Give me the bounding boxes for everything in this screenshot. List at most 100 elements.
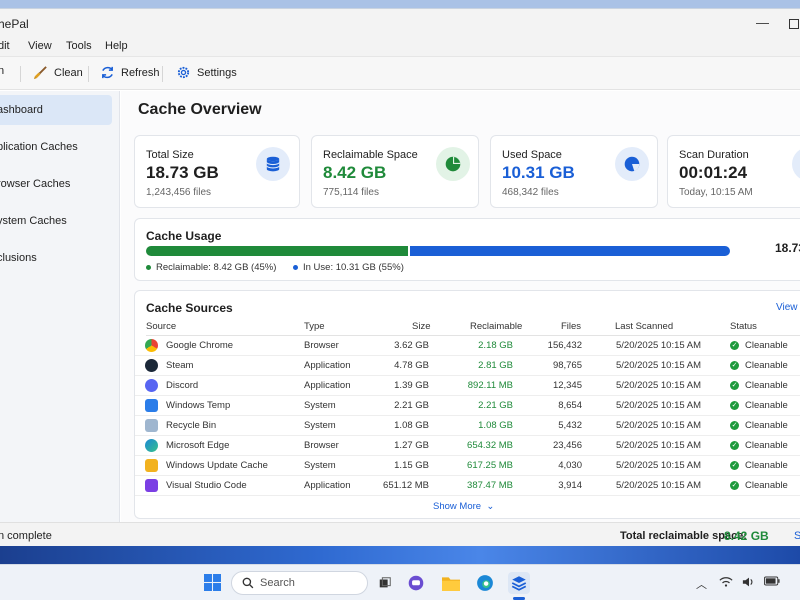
app-window: hePal — dit View Tools Help n Clean <box>0 8 800 546</box>
main-content: Cache Overview Total Size 18.73 GB 1,243… <box>121 91 800 522</box>
card-label: Scan Duration <box>679 149 749 161</box>
source-last-scanned: 5/20/2025 10:15 AM <box>616 360 702 371</box>
menu-edit[interactable]: dit <box>0 40 10 52</box>
sidebar-item-dashboard[interactable]: ashboard <box>0 95 112 125</box>
table-row[interactable]: Microsoft Edge Browser 1.27 GB 654.32 MB 23,… <box>135 436 800 456</box>
folder-icon <box>145 459 158 472</box>
source-files: 3,914 <box>558 480 582 491</box>
status-bar: n complete Total reclaimable space: 8.42… <box>0 522 800 546</box>
card-label: Used Space <box>502 149 562 161</box>
file-explorer-icon[interactable] <box>440 572 462 594</box>
source-type: Application <box>304 360 351 371</box>
sidebar-item-browser-caches[interactable]: rowser Caches <box>0 169 112 199</box>
sidebar-item-exclusions[interactable]: clusions <box>0 243 112 273</box>
card-sub: 468,342 files <box>502 187 559 198</box>
source-last-scanned: 5/20/2025 10:15 AM <box>616 440 702 451</box>
sidebar: ashboard plication Caches rowser Caches … <box>0 91 120 522</box>
database-icon <box>256 147 290 181</box>
total-size-card: Total Size 18.73 GB 1,243,456 files <box>134 135 300 208</box>
table-row[interactable]: Google Chrome Browser 3.62 GB 2.18 GB 156,43… <box>135 336 800 356</box>
legend-in-use: In Use: 10.31 GB (55%) <box>293 262 404 273</box>
toolbar: n Clean Refresh <box>0 56 800 90</box>
maximize-icon[interactable] <box>789 19 799 29</box>
source-name: Visual Studio Code <box>166 480 247 491</box>
card-label: Total Size <box>146 149 194 161</box>
source-size: 1.27 GB <box>394 440 429 451</box>
windows-start-icon[interactable] <box>204 574 221 594</box>
sidebar-item-application-caches[interactable]: plication Caches <box>0 132 112 162</box>
column-header[interactable]: Type <box>304 321 325 332</box>
wifi-icon[interactable] <box>719 576 733 591</box>
refresh-button[interactable]: Refresh <box>100 65 160 80</box>
source-type: Application <box>304 380 351 391</box>
column-header[interactable]: Source <box>146 321 176 332</box>
used-space-card: Used Space 10.31 GB 468,342 files <box>490 135 658 208</box>
column-header[interactable]: Last Scanned <box>615 321 673 332</box>
volume-icon[interactable] <box>742 576 756 591</box>
chat-icon[interactable] <box>405 572 427 594</box>
source-name: Recycle Bin <box>166 420 217 431</box>
menu-tools[interactable]: Tools <box>66 40 92 52</box>
source-size: 1.15 GB <box>394 460 429 471</box>
reclaimable-total-value: 8.42 GB <box>724 529 769 543</box>
source-type: Browser <box>304 340 339 351</box>
clean-button[interactable]: Clean <box>33 65 83 80</box>
table-row[interactable]: Visual Studio Code Application 651.12 MB 38… <box>135 476 800 496</box>
clock-icon <box>792 147 800 181</box>
status-extra[interactable]: S <box>794 530 800 542</box>
taskbar: Search ︿ <box>0 564 800 600</box>
chevron-up-icon[interactable]: ︿ <box>696 576 707 592</box>
menu-view[interactable]: View <box>28 40 52 52</box>
settings-button[interactable]: Settings <box>176 65 237 80</box>
card-sub: Today, 10:15 AM <box>679 187 753 198</box>
desktop-wallpaper <box>0 0 800 8</box>
source-reclaimable: 1.08 GB <box>478 420 513 431</box>
source-reclaimable: 892.11 MB <box>467 380 513 391</box>
table-row[interactable]: Windows Update Cache System 1.15 GB 617.25 … <box>135 456 800 476</box>
toolbar-separator <box>20 66 21 82</box>
source-size: 1.39 GB <box>394 380 429 391</box>
column-header[interactable]: Size <box>412 321 430 332</box>
card-value: 8.42 GB <box>323 163 387 182</box>
column-header[interactable]: Files <box>561 321 581 332</box>
column-header[interactable]: Status <box>730 321 757 332</box>
menu-help[interactable]: Help <box>105 40 128 52</box>
task-view-icon[interactable] <box>374 572 396 594</box>
minimize-icon[interactable]: — <box>756 15 769 30</box>
table-row[interactable]: Windows Temp System 2.21 GB 2.21 GB 8,654 5/2… <box>135 396 800 416</box>
table-row[interactable]: Discord Application 1.39 GB 892.11 MB 12,345… <box>135 376 800 396</box>
check-circle-icon: ✓ <box>730 481 739 490</box>
chevron-down-icon: ⌄ <box>483 501 495 512</box>
legend-dot <box>146 265 151 270</box>
card-value: 18.73 GB <box>146 163 219 182</box>
clean-button-label: Clean <box>54 66 83 79</box>
view-all-link[interactable]: View D <box>776 302 800 313</box>
source-type: System <box>304 420 336 431</box>
edge-browser-icon[interactable] <box>474 572 496 594</box>
usage-title: Cache Usage <box>146 229 222 243</box>
source-last-scanned: 5/20/2025 10:15 AM <box>616 460 702 471</box>
sidebar-item-label: rowser Caches <box>0 178 71 190</box>
check-circle-icon: ✓ <box>730 341 739 350</box>
sidebar-item-system-caches[interactable]: ystem Caches <box>0 206 112 236</box>
search-placeholder: Search <box>260 577 295 589</box>
source-name: Discord <box>166 380 199 391</box>
taskbar-search[interactable]: Search <box>231 571 368 595</box>
cache-app-taskbar-icon[interactable] <box>508 572 530 594</box>
refresh-button-label: Refresh <box>121 66 160 79</box>
show-more-button[interactable]: Show More ⌄ <box>433 501 494 512</box>
source-files: 8,654 <box>558 400 582 411</box>
battery-icon[interactable] <box>764 576 780 589</box>
source-reclaimable: 654.32 MB <box>467 440 513 451</box>
scan-button[interactable]: n <box>0 65 4 77</box>
pie-chart-green-icon <box>436 147 470 181</box>
table-row[interactable]: Steam Application 4.78 GB 2.81 GB 98,765 5/20… <box>135 356 800 376</box>
source-name: Windows Temp <box>166 400 231 411</box>
check-circle-icon: ✓ <box>730 461 739 470</box>
column-header[interactable]: Reclaimable <box>470 321 522 332</box>
source-reclaimable: 2.21 GB <box>478 400 513 411</box>
source-status: Cleanable <box>745 480 788 491</box>
source-status: Cleanable <box>745 420 788 431</box>
table-row[interactable]: Recycle Bin System 1.08 GB 1.08 GB 5,432 5/20… <box>135 416 800 436</box>
desktop-wallpaper <box>0 546 800 564</box>
